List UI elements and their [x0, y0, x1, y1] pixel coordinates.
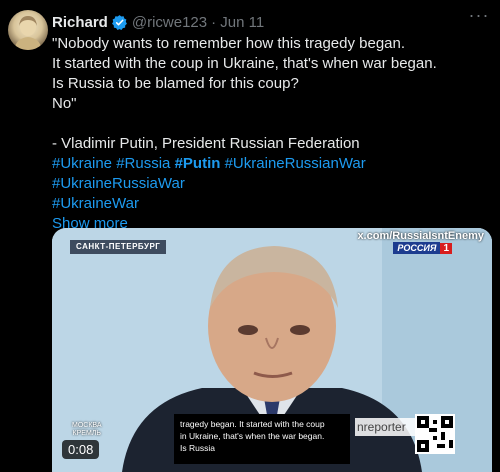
channel-number: 1 [440, 242, 452, 254]
qr-code-icon [415, 414, 455, 454]
hashtag-link[interactable]: #Russia [116, 155, 170, 172]
tweet-line: - Vladimir Putin, President Russian Fede… [52, 135, 360, 152]
tweet-header: Richard @ricwe123 · Jun 11 [52, 12, 490, 32]
subtitle-line: in Ukraine, that's when the war began. [180, 431, 325, 441]
hashtag-link[interactable]: #Ukraine [52, 155, 112, 172]
hashtag-link[interactable]: #UkraineRussianWar [225, 155, 366, 172]
reporter-watermark: nreporter [355, 418, 423, 436]
channel-logo: РОССИЯ 1 [393, 242, 452, 254]
tweet-line: No" [52, 95, 77, 112]
avatar[interactable] [8, 10, 48, 50]
tweet-text: "Nobody wants to remember how this trage… [52, 34, 490, 234]
tweet-line [52, 114, 490, 134]
author-name[interactable]: Richard [52, 14, 108, 31]
hashtag-link[interactable]: #UkraineWar [52, 195, 139, 212]
tweet-line: It started with the coup in Ukraine, tha… [52, 55, 437, 72]
video-player[interactable]: САНКТ-ПЕТЕРБУРГ x.com/RussiaIsntEnemy РО… [52, 228, 492, 472]
video-timer: 0:08 [62, 440, 100, 459]
hashtag-line: #UkraineWar [52, 194, 490, 214]
author-handle[interactable]: @ricwe123 [132, 14, 207, 31]
moscow-kremlin-label: МОСКВА КРЕМЛЬ [72, 422, 102, 438]
verified-badge-icon [111, 14, 128, 31]
tweet-line: "Nobody wants to remember how this trage… [52, 35, 406, 52]
hashtag-line: #Ukraine #Russia #Putin #UkraineRussianW… [52, 154, 490, 174]
more-horizontal-icon[interactable]: ··· [466, 6, 492, 28]
hashtag-link[interactable]: #UkraineRussiaWar [52, 175, 185, 192]
subtitle-line: Is Russia [180, 443, 215, 453]
subtitle-line: tragedy began. It started with the coup [180, 419, 325, 429]
moscow-label: МОСКВА [72, 422, 102, 429]
location-badge: САНКТ-ПЕТЕРБУРГ [70, 240, 167, 254]
channel-name: РОССИЯ [393, 242, 441, 254]
kremlin-label: КРЕМЛЬ [72, 430, 101, 437]
source-watermark: x.com/RussiaIsntEnemy [357, 230, 484, 242]
tweet-line: Is Russia to be blamed for this coup? [52, 75, 299, 92]
hashtag-link[interactable]: #Putin [175, 155, 221, 172]
avatar-illustration [14, 16, 42, 50]
hashtag-line: #UkraineRussiaWar [52, 174, 490, 194]
tweet-date[interactable]: · Jun 11 [211, 14, 264, 31]
video-subtitle: tragedy began. It started with the coup … [174, 414, 350, 464]
